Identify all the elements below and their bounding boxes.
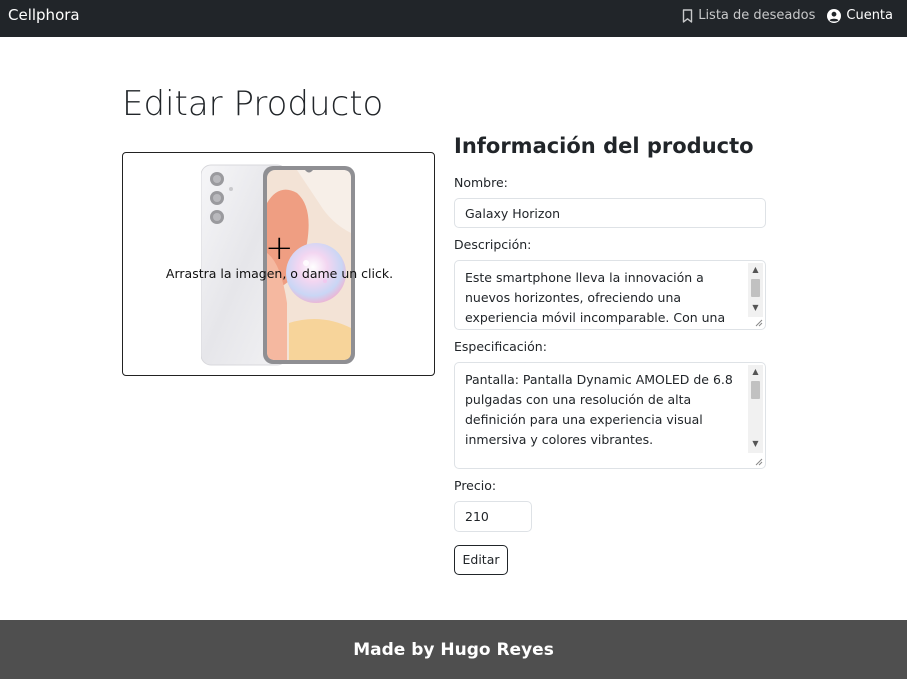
add-icon: + (265, 228, 294, 268)
footer: Made by Hugo Reyes (0, 620, 907, 679)
scroll-thumb[interactable] (751, 381, 760, 399)
scroll-down-icon[interactable]: ▼ (748, 301, 763, 315)
footer-text: Made by Hugo Reyes (353, 640, 554, 660)
nav-right: Lista de deseados Cuenta (682, 8, 893, 23)
name-label: Nombre: (454, 175, 508, 190)
page-title: Editar Producto (122, 84, 384, 124)
price-input[interactable]: 210 (454, 501, 532, 532)
form-heading: Información del producto (454, 134, 754, 158)
scroll-down-icon[interactable]: ▼ (748, 437, 763, 451)
edit-button[interactable]: Editar (454, 545, 508, 575)
scroll-up-icon[interactable]: ▲ (748, 263, 763, 277)
wishlist-label: Lista de deseados (698, 8, 816, 23)
price-label: Precio: (454, 478, 497, 493)
spec-scrollbar[interactable]: ▲ ▼ (748, 365, 763, 453)
description-text: Este smartphone lleva la innovación a nu… (465, 270, 726, 325)
account-link[interactable]: Cuenta (827, 8, 893, 23)
navbar: Cellphora Lista de deseados Cuenta (0, 0, 907, 37)
bookmark-icon (683, 8, 693, 23)
account-label: Cuenta (846, 8, 893, 23)
wishlist-link[interactable]: Lista de deseados (682, 8, 815, 23)
scroll-up-icon[interactable]: ▲ (748, 365, 763, 379)
resize-handle-icon[interactable] (753, 456, 763, 466)
name-input[interactable]: Galaxy Horizon (454, 198, 766, 228)
image-dropzone[interactable]: + Arrastra la imagen, o dame un click. (122, 152, 435, 376)
resize-handle-icon[interactable] (753, 317, 763, 327)
brand-link[interactable]: Cellphora (8, 6, 80, 24)
description-scrollbar[interactable]: ▲ ▼ (748, 263, 763, 317)
spec-text: Pantalla: Pantalla Dynamic AMOLED de 6.8… (465, 372, 733, 447)
dropzone-text: Arrastra la imagen, o dame un click. (165, 266, 394, 281)
user-circle-icon (827, 8, 842, 23)
spec-label: Especificación: (454, 339, 547, 354)
description-textarea[interactable]: Este smartphone lleva la innovación a nu… (454, 260, 766, 330)
spec-textarea[interactable]: Pantalla: Pantalla Dynamic AMOLED de 6.8… (454, 362, 766, 469)
description-label: Descripción: (454, 237, 532, 252)
scroll-thumb[interactable] (751, 279, 760, 297)
